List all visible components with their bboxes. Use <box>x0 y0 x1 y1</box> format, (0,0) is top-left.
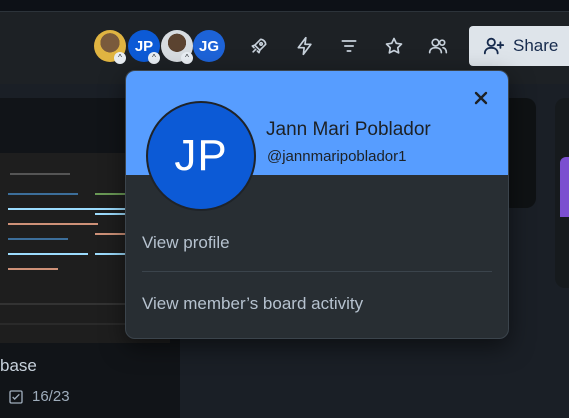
avatar-initials: JG <box>198 37 219 55</box>
star-icon[interactable] <box>380 32 408 60</box>
top-strip <box>0 0 569 12</box>
close-button[interactable] <box>469 86 493 110</box>
share-button[interactable]: Share <box>469 26 569 66</box>
close-icon <box>474 91 488 105</box>
view-profile-link[interactable]: View profile <box>142 233 230 253</box>
member-username: @jannmaripoblador1 <box>267 148 407 165</box>
people-icon[interactable] <box>424 32 452 60</box>
card-title[interactable]: base <box>0 356 37 376</box>
checklist-badge: 16/23 <box>8 388 70 405</box>
admin-badge-icon: ^ <box>114 52 126 64</box>
checklist-count: 16/23 <box>32 388 70 405</box>
share-label: Share <box>513 36 559 55</box>
filter-icon[interactable] <box>335 32 363 60</box>
member-full-name: Jann Mari Poblador <box>266 119 431 140</box>
view-board-activity-link[interactable]: View member’s board activity <box>142 294 363 314</box>
member-avatar-large: JP <box>146 101 256 211</box>
rocket-icon[interactable] <box>245 32 273 60</box>
divider <box>142 271 492 272</box>
admin-badge-icon: ^ <box>181 52 193 64</box>
checklist-icon <box>9 389 23 404</box>
add-person-icon <box>483 37 505 55</box>
card-label <box>560 157 569 217</box>
member-popover: JP Jann Mari Poblador @jannmaripoblador1… <box>125 70 509 339</box>
member-avatar-jg[interactable]: JG <box>193 30 225 62</box>
lightning-icon[interactable] <box>291 32 319 60</box>
admin-badge-icon: ^ <box>148 52 160 64</box>
